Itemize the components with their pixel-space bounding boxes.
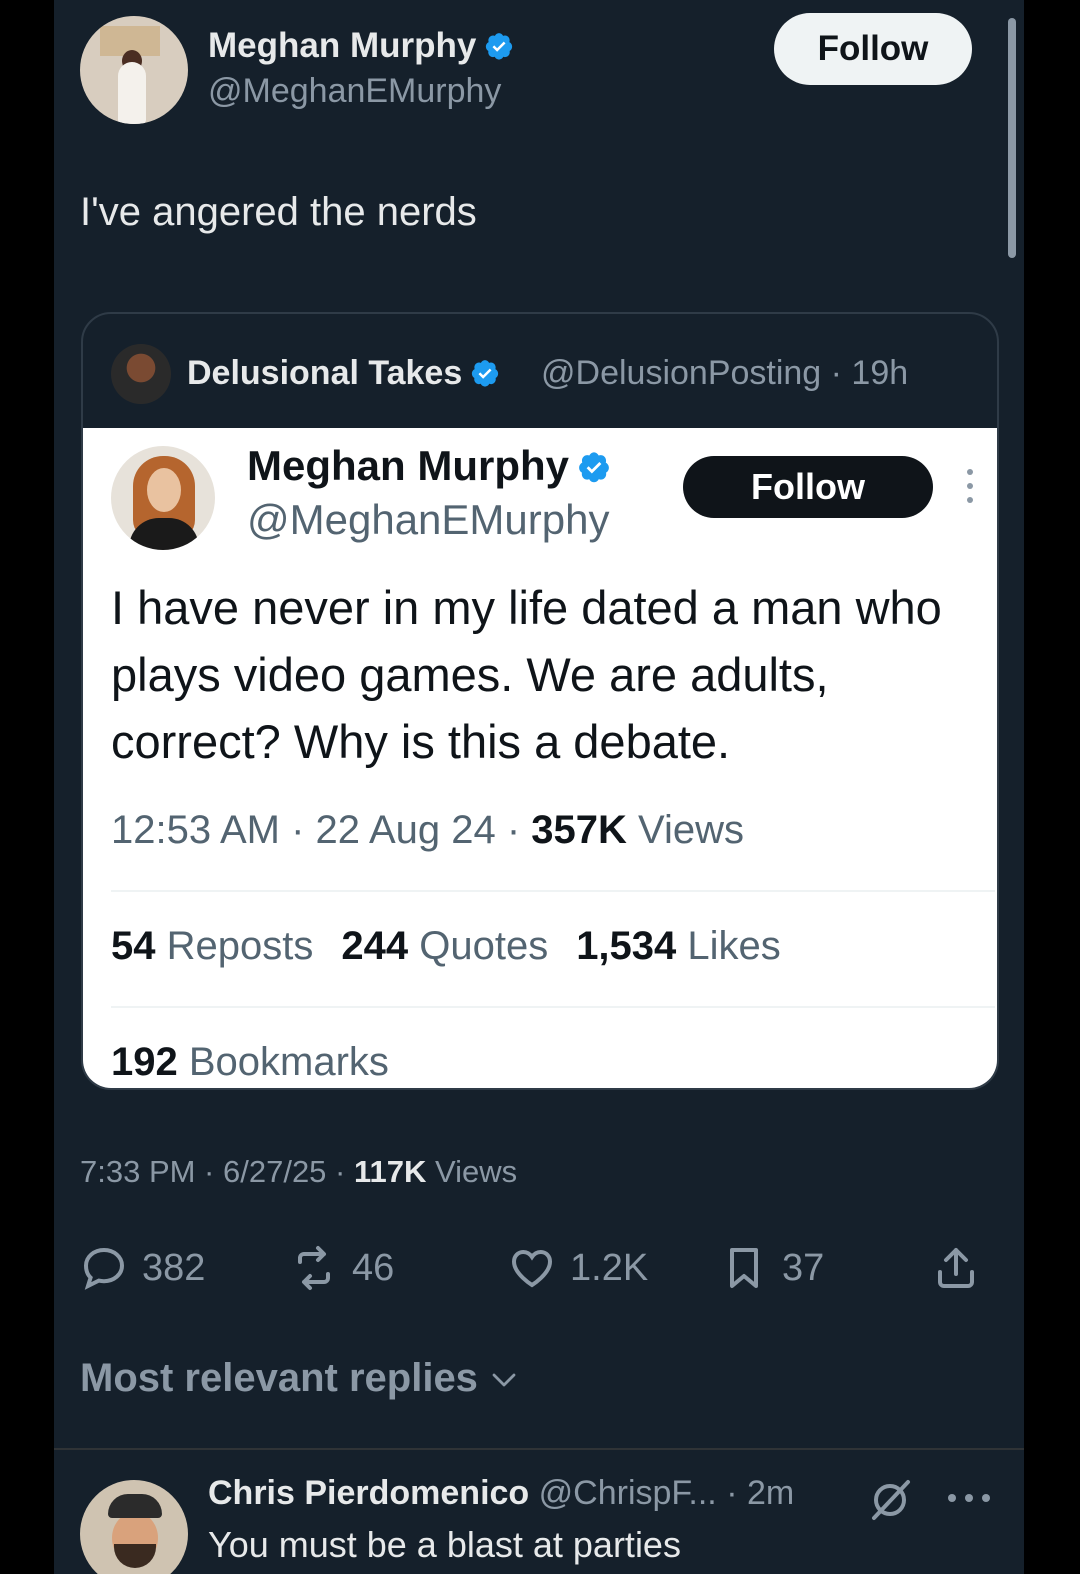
repost-button[interactable]: 46: [290, 1238, 394, 1298]
quoted-tweet-card[interactable]: Delusional Takes @DelusionPosting · 19h …: [81, 312, 999, 1090]
verified-badge-icon: [486, 33, 513, 60]
like-button[interactable]: 1.2K: [508, 1238, 648, 1298]
share-button[interactable]: [932, 1238, 994, 1298]
quoted-author-avatar: [111, 344, 171, 404]
quoted-author-handle: @DelusionPosting · 19h: [541, 354, 909, 392]
reply-text: You must be a blast at parties: [208, 1524, 681, 1565]
author-name[interactable]: Meghan Murphy: [208, 26, 514, 66]
quoted-screenshot-image: Meghan Murphy @MeghanEMurphy Follow I ha…: [83, 428, 997, 1088]
share-icon: [938, 1248, 974, 1288]
screenshot-meta: 12:53 AM · 22 Aug 24 · 357K Views: [111, 808, 744, 852]
reply-author[interactable]: Chris Pierdomenico @ChrispF... · 2m: [208, 1474, 794, 1513]
screenshot-author-name: Meghan Murphy: [247, 442, 611, 490]
tweet-detail-panel: Meghan Murphy @MeghanEMurphy Follow I've…: [54, 0, 1024, 1574]
screenshot-bookmarks: 192 Bookmarks: [111, 1040, 389, 1084]
reply-icon: [83, 1247, 125, 1290]
tweet-text: I've angered the nerds: [80, 190, 477, 234]
bookmark-button[interactable]: 37: [720, 1238, 824, 1298]
quoted-tweet-header: Delusional Takes @DelusionPosting · 19h: [83, 314, 997, 428]
screenshot-follow-button: Follow: [683, 456, 933, 518]
divider: [111, 1006, 995, 1008]
more-horizontal-icon[interactable]: [944, 1492, 994, 1504]
chevron-down-icon: [492, 1373, 516, 1387]
repost-icon: [298, 1246, 330, 1290]
scrollbar[interactable]: [1008, 18, 1016, 258]
reply-avatar[interactable]: [80, 1480, 188, 1574]
action-bar: 382 46 1.2K 37: [80, 1238, 1000, 1298]
heart-icon: [511, 1249, 553, 1288]
divider: [54, 1448, 1024, 1450]
follow-button[interactable]: Follow: [774, 13, 972, 85]
avatar[interactable]: [80, 16, 188, 124]
screenshot-author-handle: @MeghanEMurphy: [247, 496, 610, 543]
verified-badge-icon: [472, 360, 499, 387]
post-timestamp[interactable]: 7:33 PM · 6/27/25 · 117K Views: [80, 1154, 517, 1190]
reply-button[interactable]: 382: [80, 1238, 205, 1298]
bookmark-icon: [730, 1248, 758, 1288]
screenshot-stats: 54 Reposts 244 Quotes 1,534 Likes: [111, 924, 781, 968]
author-handle[interactable]: @MeghanEMurphy: [208, 72, 501, 111]
grok-icon[interactable]: [866, 1476, 914, 1524]
more-vertical-icon: [967, 469, 973, 503]
divider: [111, 890, 995, 892]
replies-sort-dropdown[interactable]: Most relevant replies: [80, 1356, 519, 1401]
quoted-author-name: Delusional Takes: [187, 354, 500, 393]
screenshot-avatar: [111, 446, 215, 550]
verified-badge-icon: [579, 452, 609, 483]
screenshot-tweet-text: I have never in my life dated a man who …: [111, 581, 942, 768]
